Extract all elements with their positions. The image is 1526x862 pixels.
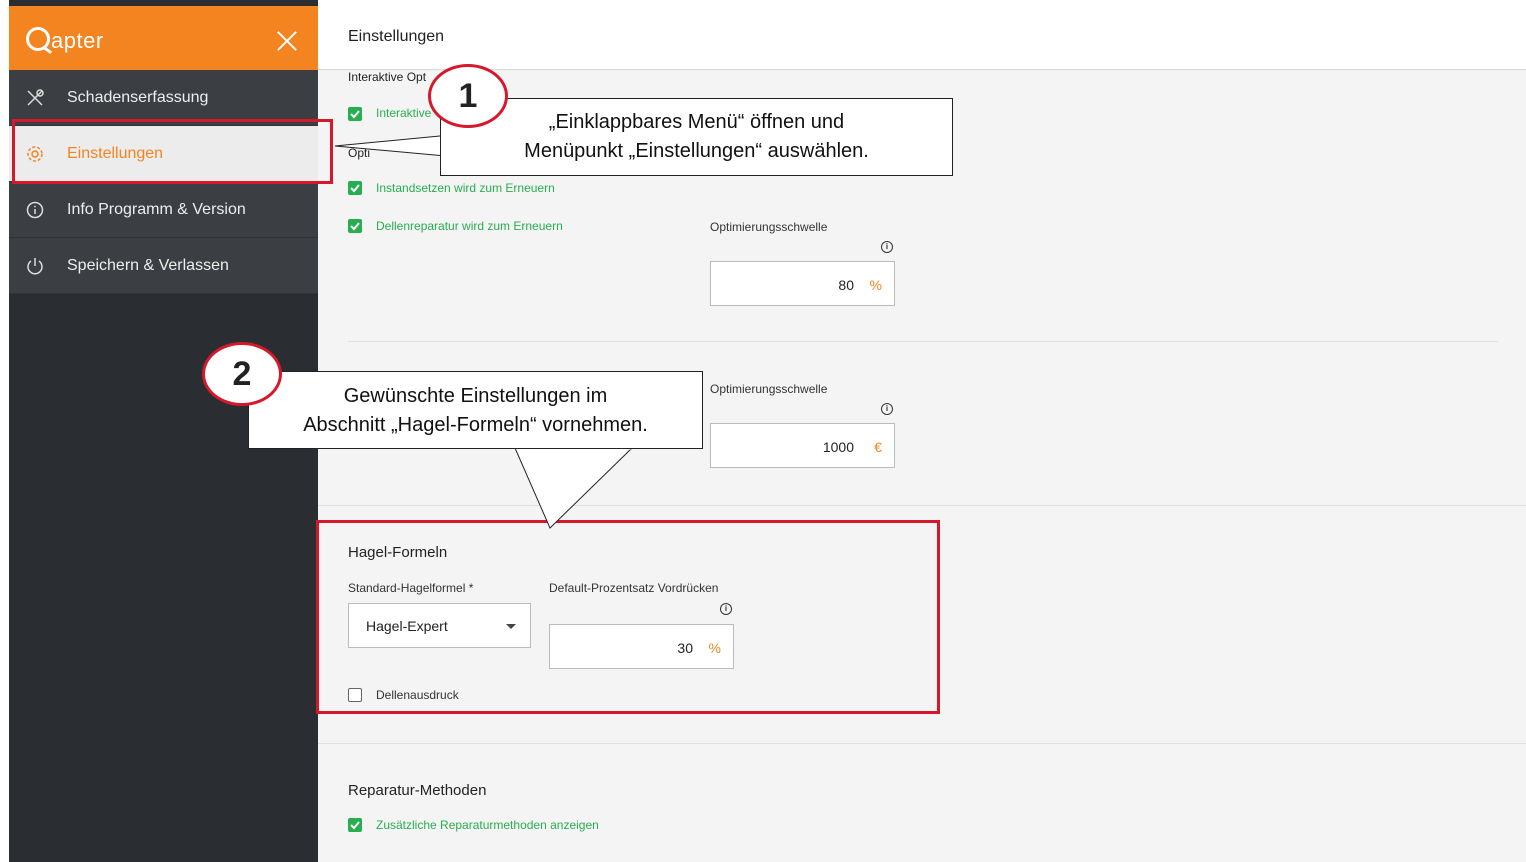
divider: [318, 743, 1526, 744]
checkbox-label: Interaktive: [376, 106, 432, 120]
sidebar-item-info[interactable]: Info Programm & Version: [9, 182, 318, 238]
checkbox-reparaturmethoden[interactable]: [348, 818, 362, 832]
logo-q-icon: [26, 27, 50, 51]
callout-text: Abschnitt „Hagel-Formeln“ vornehmen.: [303, 414, 648, 436]
checkmark-icon: [350, 110, 360, 119]
checkmark-icon: [350, 184, 360, 193]
threshold-euro-input[interactable]: 1000 €: [710, 423, 895, 468]
threshold-input[interactable]: 80 %: [710, 261, 895, 306]
checkbox-dellenreparatur[interactable]: [348, 219, 362, 233]
checkmark-icon: [350, 222, 360, 231]
info-icon[interactable]: i: [881, 403, 893, 415]
sidebar-item-label: Info Programm & Version: [67, 200, 246, 218]
callout-text: Gewünschte Einstellungen im: [343, 385, 608, 407]
sidebar-item-label: Speichern & Verlassen: [67, 256, 229, 274]
checkbox-label: Dellenreparatur wird zum Erneuern: [376, 219, 563, 233]
repair-section-title: Reparatur-Methoden: [348, 782, 487, 799]
close-icon[interactable]: [276, 30, 298, 52]
callout-text: Menüpunkt „Einstellungen“ auswählen.: [524, 140, 869, 162]
info-icon: [26, 201, 44, 219]
logo-text: apter: [51, 28, 104, 53]
percent-unit: %: [869, 277, 882, 293]
checkbox-label: Instandsetzen wird zum Erneuern: [376, 181, 555, 195]
power-icon: [27, 258, 43, 275]
page-title: Einstellungen: [348, 28, 445, 45]
threshold-label: Optimierungsschwelle: [710, 382, 828, 396]
checkbox-interaktive[interactable]: [348, 107, 362, 121]
section-heading-partial: Opti: [348, 146, 371, 160]
settings-content: Interaktive Opt Interaktive Opti Instand…: [318, 70, 1526, 862]
callout-step-1: „Einklappbares Menü“ öffnen und Menüpunk…: [440, 98, 953, 176]
euro-unit: €: [874, 439, 882, 455]
checkbox-instandsetzen[interactable]: [348, 181, 362, 195]
callout-step-2: Gewünschte Einstellungen im Abschnitt „H…: [248, 371, 703, 449]
sidebar-item-label: Schadenserfassung: [67, 88, 209, 106]
section-heading-partial: Interaktive Opt: [348, 70, 427, 84]
checkbox-label: Zusätzliche Reparaturmethoden anzeigen: [376, 818, 599, 832]
threshold-label: Optimierungsschwelle: [710, 220, 828, 234]
divider: [318, 505, 1526, 506]
highlight-frame-hagel: [316, 520, 940, 714]
checkmark-icon: [350, 821, 360, 830]
threshold-value: 1000: [822, 439, 854, 455]
threshold-value: 80: [838, 277, 854, 293]
info-icon[interactable]: i: [881, 241, 893, 253]
highlight-frame-sidebar: [12, 119, 333, 184]
divider: [348, 341, 1498, 342]
step-badge-1: 1: [428, 64, 508, 128]
apter-logo: apter: [26, 24, 104, 54]
tools-icon: [27, 89, 44, 106]
top-bar: Einstellungen: [318, 0, 1526, 70]
step-badge-2: 2: [202, 342, 282, 406]
sidebar-header: apter: [9, 6, 318, 70]
sidebar-item-speichern[interactable]: Speichern & Verlassen: [9, 238, 318, 294]
callout-text: „Einklappbares Menü“ öffnen und: [548, 111, 845, 133]
sidebar-item-schadenserfassung[interactable]: Schadenserfassung: [9, 70, 318, 126]
